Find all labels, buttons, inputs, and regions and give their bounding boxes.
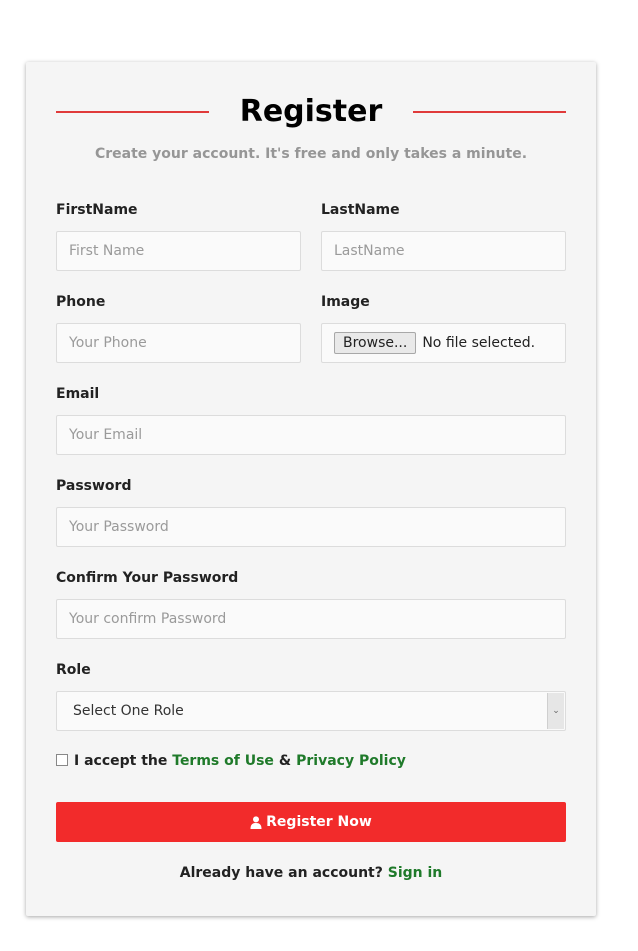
terms-separator: & [278, 753, 292, 769]
role-label: Role [56, 662, 91, 678]
email-label: Email [56, 386, 100, 402]
role-selected-value: Select One Role [73, 703, 184, 719]
chevron-down-icon[interactable]: ⌄ [547, 693, 564, 729]
last-name-input[interactable] [321, 231, 566, 271]
browse-button[interactable]: Browse... [334, 332, 417, 354]
terms-of-use-link[interactable]: Terms of Use [172, 753, 274, 769]
last-name-label: LastName [321, 202, 400, 218]
first-name-label: FirstName [56, 202, 138, 218]
first-name-input[interactable] [56, 231, 301, 271]
register-button-label: Register Now [266, 814, 372, 830]
sign-in-link[interactable]: Sign in [388, 865, 443, 881]
confirm-password-input[interactable] [56, 599, 566, 639]
signin-prompt: Already have an account? [179, 865, 383, 881]
email-input[interactable] [56, 415, 566, 455]
title-divider-right [413, 111, 566, 113]
image-label: Image [321, 294, 370, 310]
title-row: Register [56, 90, 566, 134]
role-select[interactable]: Select One Role ⌄ [56, 691, 566, 731]
file-status: No file selected. [422, 335, 536, 351]
password-label: Password [56, 478, 132, 494]
privacy-policy-link[interactable]: Privacy Policy [296, 753, 406, 769]
signin-prompt-row: Already have an account? Sign in [26, 865, 596, 881]
register-button[interactable]: Register Now [56, 802, 566, 842]
terms-row: I accept the Terms of Use & Privacy Policy [56, 753, 406, 769]
confirm-password-label: Confirm Your Password [56, 570, 239, 586]
register-card: Register Create your account. It's free … [26, 62, 596, 916]
user-icon [250, 815, 262, 829]
terms-prefix: I accept the [74, 753, 168, 769]
password-input[interactable] [56, 507, 566, 547]
page-subtitle: Create your account. It's free and only … [94, 146, 528, 162]
phone-label: Phone [56, 294, 106, 310]
image-file-input[interactable]: Browse... No file selected. [321, 323, 566, 363]
terms-checkbox[interactable] [56, 753, 68, 766]
phone-input[interactable] [56, 323, 301, 363]
